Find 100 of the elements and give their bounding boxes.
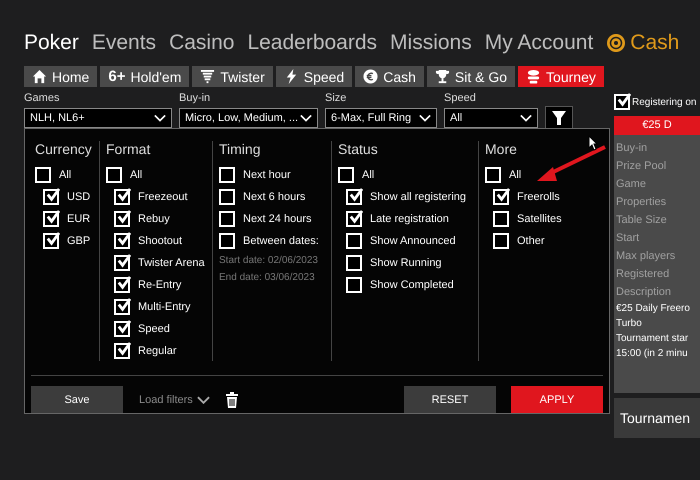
game-tab[interactable]: Speed bbox=[276, 66, 352, 87]
checkbox-option[interactable]: Freerolls bbox=[485, 189, 560, 205]
checkbox-option[interactable]: All bbox=[485, 167, 522, 183]
checkbox-option[interactable]: Shootout bbox=[106, 233, 182, 249]
checkbox[interactable] bbox=[114, 211, 130, 227]
checkbox-option[interactable]: Twister Arena bbox=[106, 255, 205, 271]
checkbox-option[interactable]: Satellites bbox=[485, 211, 562, 227]
checkbox-option[interactable]: Rebuy bbox=[106, 211, 170, 227]
funnel-lines-icon bbox=[200, 69, 216, 84]
checkbox[interactable] bbox=[338, 167, 354, 183]
checkbox-option[interactable]: Next hour bbox=[219, 167, 291, 183]
checkbox[interactable] bbox=[35, 167, 51, 183]
nav-link[interactable]: Missions bbox=[390, 31, 472, 55]
checkbox-option[interactable]: Next 6 hours bbox=[219, 189, 306, 205]
filter-dropdown[interactable]: All bbox=[444, 108, 538, 128]
nav-link[interactable]: Leaderboards bbox=[247, 31, 378, 55]
checkbox-option[interactable]: USD bbox=[35, 189, 90, 205]
checkbox-option[interactable]: Show Announced bbox=[338, 233, 456, 249]
registering-only-option[interactable]: Registering on bbox=[614, 93, 700, 111]
field-label: Prize Pool bbox=[616, 159, 668, 174]
checkbox-option[interactable]: Show all registering bbox=[338, 189, 466, 205]
tournament-lobby-button[interactable]: Tournamen bbox=[614, 398, 700, 438]
filter-label: Games bbox=[24, 92, 60, 104]
checkbox[interactable] bbox=[346, 233, 362, 249]
game-tab[interactable]: Sit & Go bbox=[426, 66, 516, 87]
checkbox[interactable] bbox=[485, 167, 501, 183]
checkbox-option[interactable]: All bbox=[106, 167, 142, 183]
checkbox[interactable] bbox=[346, 211, 362, 227]
game-tab[interactable]: Tourney bbox=[518, 66, 604, 87]
save-button[interactable]: Save bbox=[31, 386, 123, 413]
checkbox-option[interactable]: Next 24 hours bbox=[219, 211, 312, 227]
date-text: Start date: 02/06/2023 bbox=[219, 255, 319, 266]
checkbox[interactable] bbox=[114, 299, 130, 315]
chevron-down-icon bbox=[300, 114, 312, 122]
checkbox[interactable] bbox=[114, 189, 130, 205]
checkbox-option[interactable]: Show Completed bbox=[338, 277, 454, 293]
checkbox[interactable] bbox=[219, 189, 235, 205]
checkbox-option[interactable]: Between dates: bbox=[219, 233, 319, 249]
checkbox[interactable] bbox=[219, 233, 235, 249]
filter-dropdown[interactable]: 6-Max, Full Ring bbox=[325, 108, 437, 128]
filter-button[interactable] bbox=[545, 106, 573, 128]
game-tab[interactable]: Cash bbox=[355, 66, 424, 87]
trash-icon[interactable] bbox=[226, 392, 238, 408]
nav-link[interactable]: My Account bbox=[484, 31, 594, 55]
description-text: €25 Daily Freero bbox=[616, 302, 691, 316]
checkbox-option[interactable]: All bbox=[35, 167, 72, 183]
field-label: Max players bbox=[616, 249, 676, 264]
checkbox[interactable] bbox=[493, 189, 509, 205]
description-text: 15:00 (in 2 minu bbox=[616, 347, 689, 361]
checkbox[interactable] bbox=[114, 321, 130, 337]
checkbox-option[interactable]: Re-Entry bbox=[106, 277, 182, 293]
column-heading: Format bbox=[106, 141, 152, 157]
chevron-down-icon bbox=[520, 114, 532, 122]
description-text: Turbo bbox=[616, 317, 643, 331]
checkbox-option[interactable]: Other bbox=[485, 233, 545, 249]
filter-dropdown[interactable]: Micro, Low, Medium, ... bbox=[179, 108, 318, 128]
filter-dropdown[interactable]: NLH, NL6+ bbox=[24, 108, 172, 128]
game-tab[interactable]: Twister bbox=[192, 66, 273, 87]
checkbox[interactable] bbox=[114, 277, 130, 293]
checkbox-option[interactable]: Late registration bbox=[338, 211, 449, 227]
checkbox[interactable] bbox=[493, 233, 509, 249]
checkbox[interactable] bbox=[43, 233, 59, 249]
filter-label: Speed bbox=[444, 92, 477, 104]
field-label: Registered bbox=[616, 267, 670, 282]
checkbox-option[interactable]: Speed bbox=[106, 321, 170, 337]
filter-icon bbox=[552, 110, 566, 124]
checkbox[interactable] bbox=[346, 189, 362, 205]
column-heading: Timing bbox=[219, 141, 262, 157]
checkbox[interactable] bbox=[219, 211, 235, 227]
nav-link[interactable]: Casino bbox=[169, 31, 234, 55]
apply-button[interactable]: APPLY bbox=[511, 386, 603, 413]
chip-stack-icon bbox=[526, 69, 542, 84]
checkbox-option[interactable]: EUR bbox=[35, 211, 90, 227]
game-tab[interactable]: Home bbox=[24, 66, 98, 87]
checkbox[interactable] bbox=[106, 167, 122, 183]
checkbox-option[interactable]: Multi-Entry bbox=[106, 299, 191, 315]
checkbox[interactable] bbox=[614, 94, 630, 110]
chevron-down-icon bbox=[419, 114, 431, 122]
game-tab[interactable]: 6+ Hold'em bbox=[100, 66, 190, 87]
checkbox[interactable] bbox=[114, 343, 130, 359]
checkbox[interactable] bbox=[219, 167, 235, 183]
checkbox-option[interactable]: GBP bbox=[35, 233, 90, 249]
nav-link[interactable]: Poker bbox=[24, 31, 79, 55]
checkbox[interactable] bbox=[114, 233, 130, 249]
nav-link[interactable]: Events bbox=[92, 31, 156, 55]
euro-coin-icon bbox=[363, 69, 378, 84]
checkbox[interactable] bbox=[493, 211, 509, 227]
checkbox-option[interactable]: Freezeout bbox=[106, 189, 188, 205]
load-filters-dropdown[interactable]: Load filters bbox=[133, 392, 216, 406]
checkbox-option[interactable]: Show Running bbox=[338, 255, 442, 271]
chevron-down-icon bbox=[196, 396, 210, 404]
reset-button[interactable]: RESET bbox=[404, 386, 496, 413]
checkbox[interactable] bbox=[43, 211, 59, 227]
nav-link[interactable]: Cash bbox=[606, 31, 680, 55]
checkbox[interactable] bbox=[43, 189, 59, 205]
checkbox[interactable] bbox=[346, 277, 362, 293]
checkbox-option[interactable]: Regular bbox=[106, 343, 177, 359]
checkbox[interactable] bbox=[346, 255, 362, 271]
checkbox-option[interactable]: All bbox=[338, 167, 374, 183]
checkbox[interactable] bbox=[114, 255, 130, 271]
